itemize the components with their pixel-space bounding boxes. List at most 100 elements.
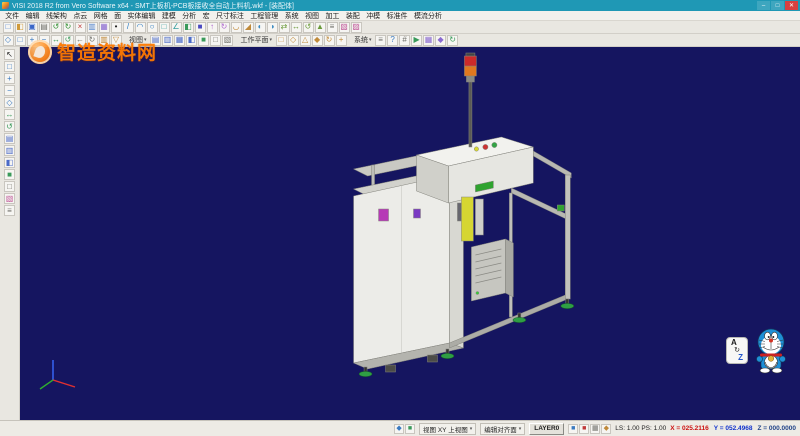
menu-item[interactable]: 分析 bbox=[179, 11, 199, 21]
chamfer-icon[interactable]: ◢ bbox=[243, 22, 254, 33]
paste-icon[interactable]: ▦ bbox=[99, 22, 110, 33]
pan-tool-icon[interactable]: ↔ bbox=[4, 109, 15, 120]
workplane-xz-icon[interactable]: ◇ bbox=[288, 35, 299, 46]
solid-icon[interactable]: ■ bbox=[195, 22, 206, 33]
iso-view-icon[interactable]: ◧ bbox=[186, 35, 197, 46]
front-view-tool-icon[interactable]: ▤ bbox=[4, 133, 15, 144]
mask-icon[interactable]: ▦ bbox=[590, 424, 600, 434]
menu-item[interactable]: 编辑 bbox=[22, 11, 42, 21]
copy-icon[interactable]: ▥ bbox=[87, 22, 98, 33]
maximize-button[interactable]: □ bbox=[771, 1, 784, 10]
save-icon[interactable]: ▣ bbox=[27, 22, 38, 33]
shaded-view-icon[interactable]: ■ bbox=[198, 35, 209, 46]
zoom-window-icon[interactable]: □ bbox=[15, 35, 26, 46]
line-icon[interactable]: / bbox=[123, 22, 134, 33]
database-icon[interactable]: ▦ bbox=[423, 35, 434, 46]
workplane-origin-icon[interactable]: + bbox=[336, 35, 347, 46]
view-rotate-widget[interactable]: A ↻ Z bbox=[726, 337, 748, 364]
undo-icon[interactable]: ↺ bbox=[51, 22, 62, 33]
arc-icon[interactable]: ◠ bbox=[135, 22, 146, 33]
measure-icon[interactable]: ≡ bbox=[327, 22, 338, 33]
update-icon[interactable]: ↻ bbox=[447, 35, 458, 46]
circle-icon[interactable]: ○ bbox=[147, 22, 158, 33]
new-file-icon[interactable]: □ bbox=[3, 22, 14, 33]
print-icon[interactable]: ▤ bbox=[39, 22, 50, 33]
zoom-fit-icon[interactable]: ◇ bbox=[3, 35, 14, 46]
macro-run-icon[interactable]: ▶ bbox=[411, 35, 422, 46]
front-view-icon[interactable]: ▥ bbox=[162, 35, 173, 46]
select-box-icon[interactable]: □ bbox=[4, 61, 15, 72]
menu-item[interactable]: 工程管理 bbox=[247, 11, 281, 21]
layers-panel-icon[interactable]: ▧ bbox=[4, 193, 15, 204]
toolbar-group-label-system[interactable]: 系统 ▾ bbox=[354, 35, 372, 45]
menu-item[interactable]: 视图 bbox=[302, 11, 322, 21]
align-plane-field[interactable]: 编辑对齐面 ▾ bbox=[480, 423, 525, 435]
workplane-view-field[interactable]: 视图 XY 上视图 ▾ bbox=[419, 423, 476, 435]
shaded-mode-icon[interactable]: ■ bbox=[4, 169, 15, 180]
minimize-button[interactable]: – bbox=[757, 1, 770, 10]
mirror-icon[interactable]: ⇄ bbox=[279, 22, 290, 33]
toolbar-group-label-workplane[interactable]: 工作平面 ▾ bbox=[241, 35, 273, 45]
polyline-icon[interactable]: ∠ bbox=[171, 22, 182, 33]
menu-item[interactable]: 装配 bbox=[343, 11, 363, 21]
side-view-icon[interactable]: ▦ bbox=[174, 35, 185, 46]
menu-item[interactable]: 系统 bbox=[282, 11, 302, 21]
calculator-icon[interactable]: # bbox=[399, 35, 410, 46]
rotate-icon[interactable]: ↺ bbox=[303, 22, 314, 33]
menu-item[interactable]: 宏 bbox=[199, 11, 212, 21]
rectangle-icon[interactable]: □ bbox=[159, 22, 170, 33]
menu-item[interactable]: 实体编辑 bbox=[124, 11, 158, 21]
hidden-line-view-icon[interactable]: ▧ bbox=[222, 35, 233, 46]
menu-item[interactable]: 模流分析 bbox=[411, 11, 445, 21]
snap-mode-icon[interactable]: ◆ bbox=[601, 424, 611, 434]
plugins-icon[interactable]: ◆ bbox=[435, 35, 446, 46]
layer-color-icon[interactable]: ■ bbox=[568, 424, 578, 434]
open-file-icon[interactable]: ◧ bbox=[15, 22, 26, 33]
delete-icon[interactable]: × bbox=[75, 22, 86, 33]
fillet-icon[interactable]: ◡ bbox=[231, 22, 242, 33]
boolean-subtract-icon[interactable]: ◑ bbox=[267, 22, 278, 33]
revolve-icon[interactable]: ↻ bbox=[219, 22, 230, 33]
help-icon[interactable]: ? bbox=[387, 35, 398, 46]
close-button[interactable]: ✕ bbox=[785, 1, 798, 10]
menu-item[interactable]: 面 bbox=[111, 11, 124, 21]
zoom-out-tool-icon[interactable]: − bbox=[4, 85, 15, 96]
top-view-tool-icon[interactable]: ▥ bbox=[4, 145, 15, 156]
extrude-icon[interactable]: ↑ bbox=[207, 22, 218, 33]
scale-icon[interactable]: ▲ bbox=[315, 22, 326, 33]
zoom-in-tool-icon[interactable]: + bbox=[4, 73, 15, 84]
workplane-xy-icon[interactable]: □ bbox=[276, 35, 287, 46]
selection-color-icon[interactable]: ■ bbox=[579, 424, 589, 434]
menu-item[interactable]: 标准件 bbox=[383, 11, 410, 21]
surface-icon[interactable]: ◧ bbox=[183, 22, 194, 33]
menu-item[interactable]: 冲模 bbox=[363, 11, 383, 21]
grid-indicator-icon[interactable]: ■ bbox=[405, 424, 415, 434]
menu-item[interactable]: 建模 bbox=[159, 11, 179, 21]
menu-item[interactable]: 文件 bbox=[2, 11, 22, 21]
settings-icon[interactable]: ≡ bbox=[375, 35, 386, 46]
properties-icon[interactable]: ▨ bbox=[351, 22, 362, 33]
menu-item[interactable]: 点云 bbox=[70, 11, 90, 21]
layers-icon[interactable]: ▧ bbox=[339, 22, 350, 33]
display-settings-icon[interactable]: ≡ bbox=[4, 205, 15, 216]
layer-button[interactable]: LAYER0 bbox=[529, 423, 564, 435]
menu-item[interactable]: 线架构 bbox=[43, 11, 70, 21]
workplane-align-icon[interactable]: ◆ bbox=[312, 35, 323, 46]
iso-view-tool-icon[interactable]: ◧ bbox=[4, 157, 15, 168]
select-icon[interactable]: ↖ bbox=[4, 49, 15, 60]
viewport-3d[interactable]: A ↻ Z bbox=[20, 47, 800, 420]
menu-item[interactable]: 尺寸标注 bbox=[213, 11, 247, 21]
menu-item[interactable]: 加工 bbox=[322, 11, 342, 21]
zoom-extents-icon[interactable]: ◇ bbox=[4, 97, 15, 108]
orbit-tool-icon[interactable]: ↺ bbox=[4, 121, 15, 132]
menu-item[interactable]: 网格 bbox=[91, 11, 111, 21]
wireframe-view-icon[interactable]: □ bbox=[210, 35, 221, 46]
workplane-rotate-icon[interactable]: ↻ bbox=[324, 35, 335, 46]
move-icon[interactable]: ↔ bbox=[291, 22, 302, 33]
workplane-yz-icon[interactable]: △ bbox=[300, 35, 311, 46]
snap-indicator-icon[interactable]: ◆ bbox=[394, 424, 404, 434]
wireframe-mode-icon[interactable]: □ bbox=[4, 181, 15, 192]
boolean-union-icon[interactable]: ◐ bbox=[255, 22, 266, 33]
redo-icon[interactable]: ↻ bbox=[63, 22, 74, 33]
point-icon[interactable]: • bbox=[111, 22, 122, 33]
